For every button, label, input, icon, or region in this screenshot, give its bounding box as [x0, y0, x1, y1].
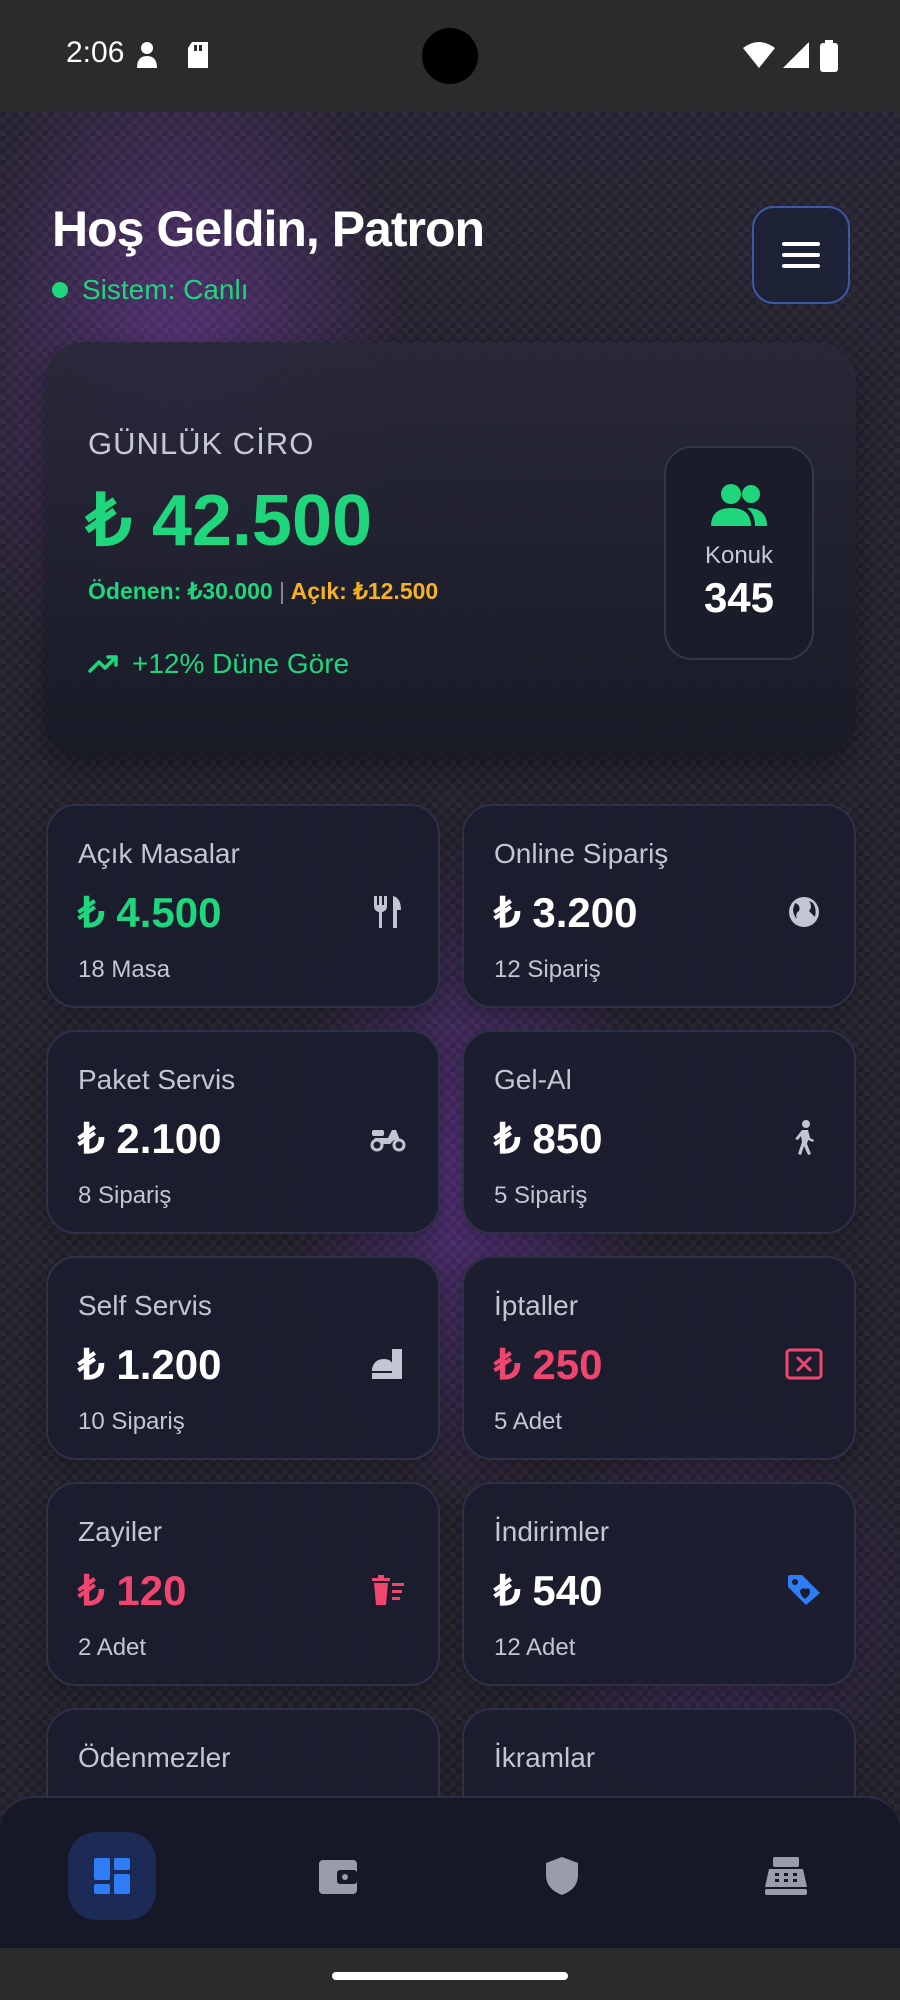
- card-subtitle: 2 Adet: [78, 1634, 147, 1661]
- guest-count-box: Konuk 345: [664, 446, 814, 660]
- cash-register-icon: [765, 1857, 807, 1895]
- status-time: 2:06: [66, 36, 125, 69]
- card-subtitle: 12 Sipariş: [494, 956, 601, 983]
- card-subtitle: 5 Adet: [494, 1408, 563, 1435]
- trend-label: +12% Düne Göre: [132, 648, 350, 679]
- card-value: ₺ 850: [494, 1115, 603, 1162]
- card-cancellations[interactable]: İptaller ₺ 250 5 Adet: [462, 1256, 856, 1460]
- nav-dashboard[interactable]: [68, 1832, 156, 1920]
- trending-up-icon: [88, 655, 118, 673]
- card-open-tables[interactable]: Açık Masalar ₺ 4.500 18 Masa: [46, 804, 440, 1008]
- room-service-icon: [368, 1344, 408, 1384]
- card-title: Gel-Al: [494, 1064, 572, 1095]
- card-value: ₺ 2.100: [78, 1115, 222, 1162]
- guest-count: 345: [703, 574, 775, 621]
- menu-button[interactable]: [752, 206, 850, 304]
- card-title: İkramlar: [494, 1742, 596, 1773]
- card-subtitle: 5 Sipariş: [494, 1182, 588, 1209]
- hamburger-menu-icon: [782, 242, 820, 268]
- signal-icon: [782, 40, 810, 74]
- wifi-icon: [742, 40, 776, 74]
- person-icon: [136, 40, 158, 74]
- card-value: ₺ 540: [494, 1567, 603, 1614]
- card-title: Paket Servis: [78, 1064, 236, 1095]
- guest-label: Konuk: [704, 542, 774, 569]
- card-title: İndirimler: [494, 1516, 610, 1547]
- home-indicator[interactable]: [332, 1972, 568, 1980]
- page-title: Hoş Geldin, Patron: [52, 201, 485, 257]
- card-title: Zayiler: [78, 1516, 163, 1547]
- card-title: Ödenmezler: [78, 1742, 231, 1773]
- wallet-icon: [319, 1860, 357, 1894]
- paid-amount: Ödenen: ₺30.000: [88, 578, 273, 604]
- revenue-trend: +12% Düne Göre: [88, 648, 349, 680]
- card-value: ₺ 3.200: [494, 889, 638, 936]
- shield-icon: [546, 1857, 578, 1895]
- bottom-navigation: [0, 1796, 900, 1950]
- battery-icon: [820, 40, 838, 76]
- nav-cash-register[interactable]: [742, 1832, 830, 1920]
- nav-wallet[interactable]: [294, 1832, 382, 1920]
- card-delivery[interactable]: Paket Servis ₺ 2.100 8 Sipariş: [46, 1030, 440, 1234]
- card-title: Online Sipariş: [494, 838, 669, 869]
- cutlery-icon: [368, 892, 408, 932]
- daily-revenue-label: GÜNLÜK CİRO: [88, 426, 315, 461]
- cancel-box-icon: [784, 1344, 824, 1384]
- people-icon: [711, 484, 767, 526]
- sd-card-icon: [186, 40, 210, 74]
- status-dot: [52, 282, 68, 298]
- dashboard-icon: [94, 1858, 130, 1894]
- nav-security[interactable]: [518, 1832, 606, 1920]
- daily-revenue-value: ₺ 42.500: [86, 481, 373, 561]
- card-waste[interactable]: Zayiler ₺ 120 2 Adet: [46, 1482, 440, 1686]
- card-value: ₺ 4.500: [78, 889, 222, 936]
- card-subtitle: 18 Masa: [78, 956, 171, 983]
- card-title: Açık Masalar: [78, 838, 240, 869]
- card-subtitle: 12 Adet: [494, 1634, 576, 1661]
- card-takeaway[interactable]: Gel-Al ₺ 850 5 Sipariş: [462, 1030, 856, 1234]
- card-subtitle: 10 Sipariş: [78, 1408, 185, 1435]
- card-value: ₺ 250: [494, 1341, 603, 1388]
- card-discounts[interactable]: İndirimler ₺ 540 12 Adet: [462, 1482, 856, 1686]
- walking-icon: [784, 1118, 824, 1158]
- card-title: Self Servis: [78, 1290, 212, 1321]
- card-value: ₺ 120: [78, 1567, 187, 1614]
- open-amount: Açık: ₺12.500: [290, 578, 439, 604]
- card-title: İptaller: [494, 1290, 579, 1321]
- system-status: Sistem: Canlı: [52, 274, 249, 306]
- split-separator: |: [279, 578, 286, 604]
- camera-cutout: [422, 28, 478, 84]
- card-value: ₺ 1.200: [78, 1341, 222, 1388]
- discount-tag-icon: [784, 1570, 824, 1610]
- daily-revenue-card[interactable]: GÜNLÜK CİRO ₺ 42.500 Ödenen: ₺30.000 | A…: [44, 342, 856, 758]
- status-bar: 2:06: [0, 0, 900, 112]
- system-status-label: Sistem: Canlı: [82, 274, 249, 305]
- globe-icon: [784, 892, 824, 932]
- scooter-icon: [368, 1118, 408, 1158]
- revenue-split: Ödenen: ₺30.000 | Açık: ₺12.500: [88, 578, 438, 605]
- card-self-service[interactable]: Self Servis ₺ 1.200 10 Sipariş: [46, 1256, 440, 1460]
- card-subtitle: 8 Sipariş: [78, 1182, 172, 1209]
- card-online-orders[interactable]: Online Sipariş ₺ 3.200 12 Sipariş: [462, 804, 856, 1008]
- trash-icon: [368, 1570, 408, 1610]
